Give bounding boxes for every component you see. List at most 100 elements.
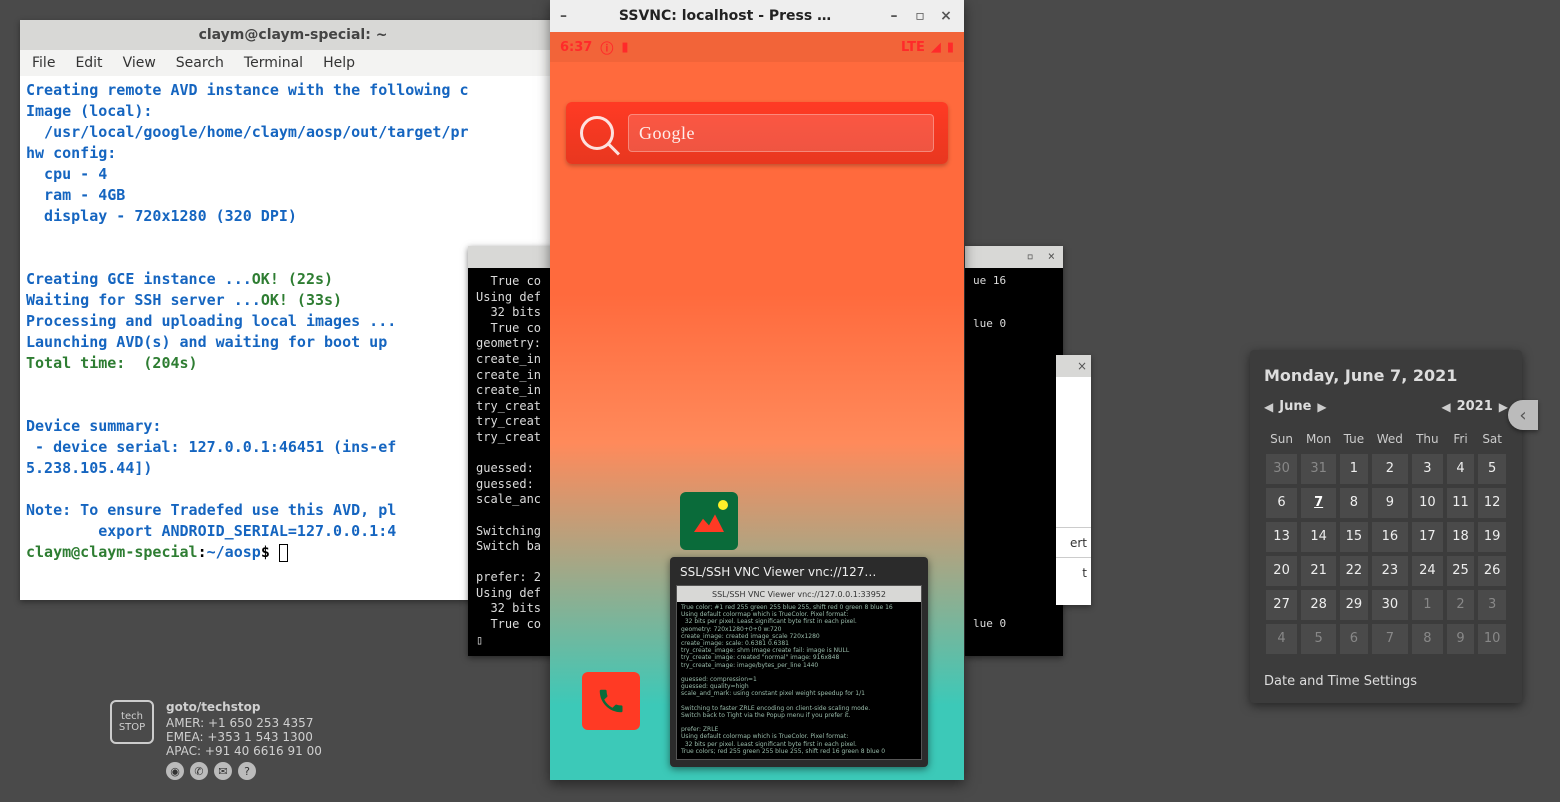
calendar-day[interactable]: 2 [1445, 588, 1477, 622]
calendar-day[interactable]: 11 [1445, 486, 1477, 520]
calendar-day[interactable]: 30 [1264, 452, 1299, 486]
calendar-day[interactable]: 3 [1476, 588, 1508, 622]
calendar-day[interactable]: 10 [1476, 622, 1508, 656]
term-line: ram - 4GB [26, 186, 125, 204]
calendar-day[interactable]: 12 [1476, 486, 1508, 520]
calendar-day[interactable]: 7 [1299, 486, 1338, 520]
info-icon: ⓘ [600, 38, 613, 57]
calendar-day[interactable]: 7 [1370, 622, 1410, 656]
search-field[interactable]: Google [628, 114, 934, 152]
window-titlebar[interactable]: ▫× [965, 246, 1063, 268]
prev-year-icon[interactable]: ◀ [1441, 400, 1450, 414]
terminal-titlebar[interactable]: claym@claym-special: ~ [20, 20, 552, 50]
calendar-day[interactable]: 9 [1445, 622, 1477, 656]
maximize-icon[interactable]: ▫ [912, 8, 928, 24]
calendar-day[interactable]: 27 [1264, 588, 1299, 622]
calendar-day[interactable]: 5 [1476, 452, 1508, 486]
date-time-settings-link[interactable]: Date and Time Settings [1264, 674, 1508, 689]
calendar-day[interactable]: 17 [1410, 520, 1445, 554]
help-icon[interactable]: ? [238, 762, 256, 780]
minimize-icon[interactable]: ▫ [1027, 249, 1034, 265]
calendar-day[interactable]: 28 [1299, 588, 1338, 622]
term-line: 5.238.105.44]) [26, 459, 152, 477]
year-label[interactable]: 2021 [1457, 399, 1493, 414]
menu-view[interactable]: View [123, 55, 156, 71]
close-icon[interactable]: × [1077, 359, 1087, 373]
chat-icon[interactable]: ✉ [214, 762, 232, 780]
calendar-day[interactable]: 25 [1445, 554, 1477, 588]
close-icon[interactable]: × [938, 8, 954, 24]
terminal-menubar: File Edit View Search Terminal Help [20, 50, 552, 76]
calendar-day[interactable]: 4 [1264, 622, 1299, 656]
calendar-day[interactable]: 31 [1299, 452, 1338, 486]
gallery-app-icon[interactable] [680, 492, 738, 550]
calendar-day[interactable]: 14 [1299, 520, 1338, 554]
background-terminal-b[interactable]: ▫× ue 16 lue 0 lue 0 [965, 246, 1063, 656]
window-titlebar[interactable]: × [1056, 355, 1091, 377]
google-search-widget[interactable]: Google [566, 102, 948, 164]
calendar-day[interactable]: 9 [1370, 486, 1410, 520]
calendar-day[interactable]: 18 [1445, 520, 1477, 554]
calendar-day[interactable]: 16 [1370, 520, 1410, 554]
calendar-day[interactable]: 4 [1445, 452, 1477, 486]
calendar-day[interactable]: 1 [1410, 588, 1445, 622]
dialog-button[interactable]: ert [1056, 527, 1091, 557]
calendar-day[interactable]: 3 [1410, 452, 1445, 486]
preview-thumbnail[interactable]: SSL/SSH VNC Viewer vnc://127.0.0.1:33952… [676, 585, 922, 760]
menu-file[interactable]: File [32, 55, 55, 71]
phone-app-icon[interactable] [582, 672, 640, 730]
mountain-icon [694, 510, 724, 532]
menu-search[interactable]: Search [176, 55, 224, 71]
calendar-day[interactable]: 22 [1338, 554, 1370, 588]
window-menu-icon[interactable]: – [560, 8, 574, 24]
weekday-row: SunMonTueWedThuFriSat [1264, 426, 1508, 452]
next-month-icon[interactable]: ▶ [1317, 400, 1326, 414]
calendar-day[interactable]: 5 [1299, 622, 1338, 656]
weekday-header: Sat [1476, 426, 1508, 452]
menu-help[interactable]: Help [323, 55, 355, 71]
calendar-day[interactable]: 8 [1410, 622, 1445, 656]
thumb-text: True color; #1 red 255 green 255 blue 25… [681, 604, 917, 755]
minimize-icon[interactable]: – [886, 8, 902, 24]
calendar-day[interactable]: 29 [1338, 588, 1370, 622]
calendar-day[interactable]: 15 [1338, 520, 1370, 554]
close-icon[interactable]: × [1048, 249, 1055, 265]
calendar-day[interactable]: 8 [1338, 486, 1370, 520]
calendar-day[interactable]: 10 [1410, 486, 1445, 520]
taskbar-preview[interactable]: SSL/SSH VNC Viewer vnc://127… SSL/SSH VN… [670, 557, 928, 767]
calendar-day[interactable]: 23 [1370, 554, 1410, 588]
panel-collapse-icon[interactable]: ‹ [1508, 400, 1538, 430]
calendar-day[interactable]: 13 [1264, 520, 1299, 554]
calendar-day[interactable]: 21 [1299, 554, 1338, 588]
ssvnc-titlebar[interactable]: – SSVNC: localhost - Press … – ▫ × [550, 0, 964, 32]
network-label: LTE [901, 40, 925, 55]
fingerprint-icon[interactable]: ◉ [166, 762, 184, 780]
term-total: Total time: [26, 354, 143, 372]
calendar-day[interactable]: 6 [1264, 486, 1299, 520]
calendar-day[interactable]: 1 [1338, 452, 1370, 486]
techstop-phone-amer: AMER: +1 650 253 4357 [166, 716, 322, 730]
calendar-day[interactable]: 19 [1476, 520, 1508, 554]
calendar-day[interactable]: 2 [1370, 452, 1410, 486]
calendar-day[interactable]: 24 [1410, 554, 1445, 588]
prev-month-icon[interactable]: ◀ [1264, 400, 1273, 414]
ssvnc-title: SSVNC: localhost - Press … [574, 8, 876, 24]
menu-terminal[interactable]: Terminal [244, 55, 303, 71]
dialog-button[interactable]: t [1056, 557, 1091, 587]
term-line: hw config: [26, 144, 116, 162]
phone-icon[interactable]: ✆ [190, 762, 208, 780]
calendar-day[interactable]: 20 [1264, 554, 1299, 588]
signal-icon: ◢ [931, 40, 941, 55]
ssvnc-window: – SSVNC: localhost - Press … – ▫ × 6:37 … [550, 0, 964, 780]
calendar-day[interactable]: 26 [1476, 554, 1508, 588]
calendar-day[interactable]: 6 [1338, 622, 1370, 656]
menu-edit[interactable]: Edit [75, 55, 102, 71]
next-year-icon[interactable]: ▶ [1499, 400, 1508, 414]
thumb-titlebar: SSL/SSH VNC Viewer vnc://127.0.0.1:33952 [677, 586, 921, 602]
android-statusbar: 6:37 ⓘ ▮ LTE ◢ ▮ [550, 32, 964, 62]
calendar-day[interactable]: 30 [1370, 588, 1410, 622]
techstop-link[interactable]: goto/techstop [166, 700, 322, 714]
month-label[interactable]: June [1279, 399, 1311, 414]
status-time: 6:37 [560, 40, 592, 55]
android-screen[interactable]: 6:37 ⓘ ▮ LTE ◢ ▮ Google SSL/SSH VNC View… [550, 32, 964, 780]
